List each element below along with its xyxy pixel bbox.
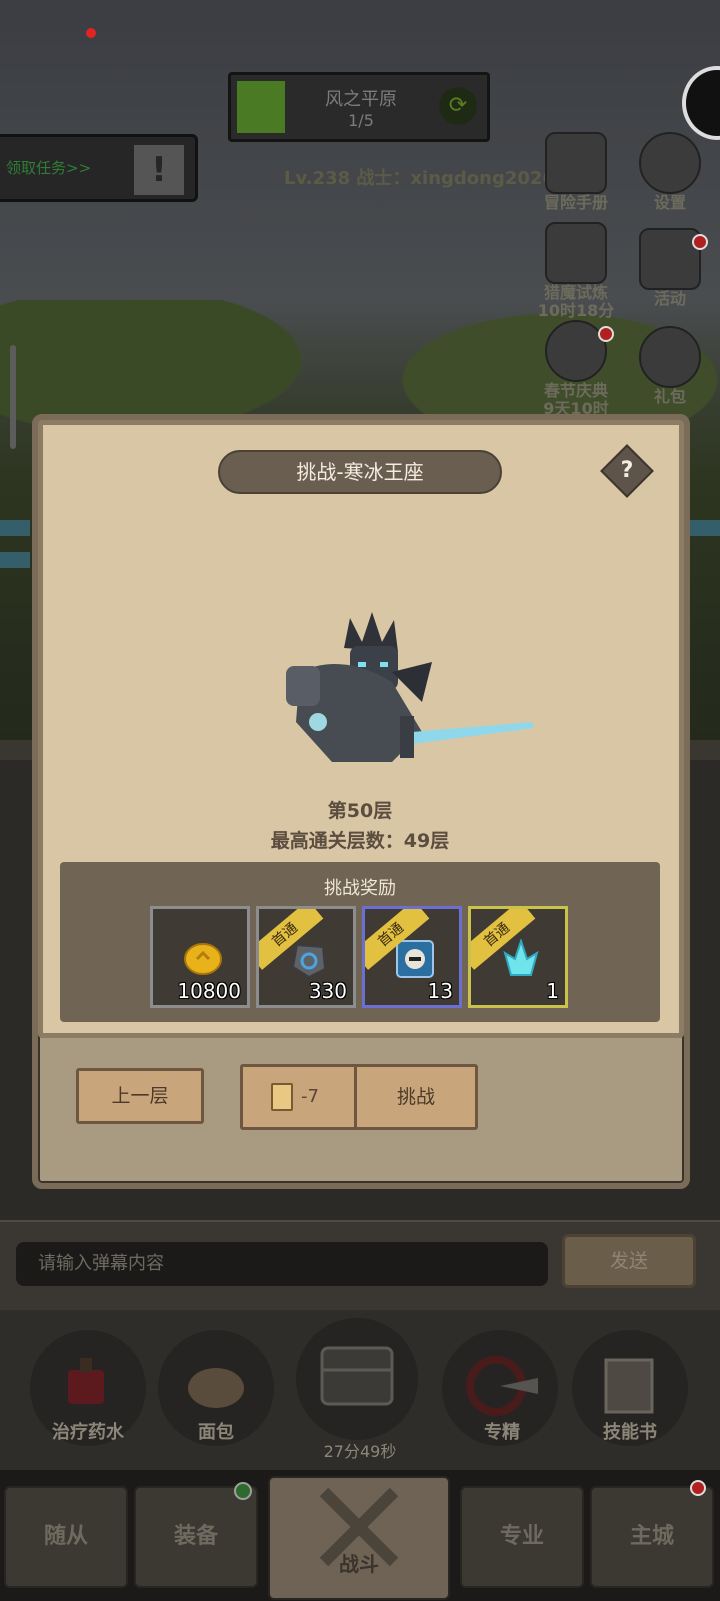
knight-card-icon — [396, 940, 434, 978]
challenge-cost: -7 — [243, 1067, 357, 1127]
stage-panel[interactable]: 风之平原 1/5 ⟳ — [228, 72, 490, 142]
gear-icon — [639, 132, 701, 194]
lion-icon — [545, 320, 607, 382]
previous-floor-button[interactable]: 上一层 — [76, 1068, 204, 1124]
reward-slot-knight-card[interactable]: 首通 13 — [362, 906, 462, 1008]
notification-dot — [692, 234, 708, 250]
reward-quantity: 13 — [427, 979, 453, 1003]
reward-quantity: 330 — [308, 979, 347, 1003]
best-floor: 最高通关层数：49层 — [270, 830, 450, 852]
consumable-label: 技能书 — [603, 1422, 657, 1443]
challenge-button[interactable]: 挑战 — [357, 1067, 475, 1127]
stage-count: 1/5 — [348, 111, 374, 130]
coin-bag-icon — [639, 326, 701, 388]
chest-timer: 27分49秒 — [323, 1442, 397, 1461]
tab-battle[interactable]: 战斗 — [268, 1476, 450, 1600]
side-button-gift-pack[interactable]: 礼包 — [628, 326, 712, 406]
side-button-demon-trial[interactable]: 猎魔试炼 10时18分 — [534, 222, 618, 320]
stage-progress-bar — [237, 81, 285, 133]
challenge-button-group[interactable]: -7 挑战 — [240, 1064, 478, 1130]
refresh-icon[interactable]: ⟳ — [439, 87, 477, 125]
side-button-label: 冒险手册 — [543, 193, 608, 212]
book-icon — [545, 132, 607, 194]
side-button-label: 礼包 — [653, 387, 686, 406]
chest-button[interactable] — [296, 1318, 418, 1440]
stage-name: 风之平原 — [325, 89, 397, 110]
reward-quantity: 10800 — [177, 979, 241, 1003]
reward-quantity: 1 — [546, 979, 559, 1003]
gold-coin-icon — [184, 943, 222, 975]
side-button-settings[interactable]: 设置 — [628, 132, 712, 212]
tab-main-city[interactable]: 主城 — [590, 1486, 714, 1588]
exclamation-icon: ! — [134, 145, 184, 195]
side-button-label: 活动 — [653, 289, 686, 308]
chest-icon — [320, 1346, 394, 1406]
consumable-label: 面包 — [198, 1422, 234, 1443]
scroll-icon — [639, 228, 701, 290]
boss-lich-king-image — [286, 612, 534, 762]
ice-crystal-icon — [503, 939, 539, 976]
side-button-label: 猎魔试炼 — [543, 283, 608, 302]
hp-bar-left — [0, 520, 30, 536]
send-button[interactable]: 发送 — [562, 1234, 696, 1288]
danmaku-input[interactable]: 请输入弹幕内容 — [16, 1242, 548, 1286]
scroll-handle[interactable] — [10, 345, 16, 449]
reward-slot-rune[interactable]: 首通 330 — [256, 906, 356, 1008]
notification-dot — [598, 326, 614, 342]
consumable-label: 专精 — [484, 1422, 520, 1443]
reward-slot-ice-crystal[interactable]: 首通 1 — [468, 906, 568, 1008]
side-button-adventure-book[interactable]: 冒险手册 — [534, 132, 618, 212]
dialog-title: 挑战-寒冰王座 — [218, 450, 502, 494]
notification-dot — [234, 1482, 252, 1500]
tab-battle-label: 战斗 — [339, 1552, 379, 1576]
reward-title: 挑战奖励 — [324, 878, 396, 899]
side-button-label: 设置 — [653, 193, 686, 212]
player-info: Lv.238 战士：xingdong2026 — [284, 168, 555, 189]
scroll-ticket-icon — [271, 1083, 293, 1111]
quest-label: 领取任务>> — [6, 159, 92, 177]
current-floor: 第50层 — [327, 800, 393, 822]
recording-indicator — [86, 28, 96, 38]
tab-followers[interactable]: 随从 — [4, 1486, 128, 1588]
tab-equipment[interactable]: 装备 — [134, 1486, 258, 1588]
rune-stone-icon — [291, 943, 327, 979]
tab-profession[interactable]: 专业 — [460, 1486, 584, 1588]
notification-dot — [690, 1480, 706, 1496]
demon-icon — [545, 222, 607, 284]
quest-panel[interactable]: 领取任务>> ! — [0, 134, 198, 202]
consumable-label: 治疗药水 — [52, 1422, 124, 1443]
side-button-label: 春节庆典 — [543, 381, 608, 400]
hp-bar-left-2 — [0, 552, 30, 568]
reward-slot-gold[interactable]: 10800 — [150, 906, 250, 1008]
question-icon: ? — [620, 458, 634, 483]
side-button-timer: 10时18分 — [537, 301, 615, 320]
challenge-cost-value: -7 — [301, 1086, 319, 1107]
